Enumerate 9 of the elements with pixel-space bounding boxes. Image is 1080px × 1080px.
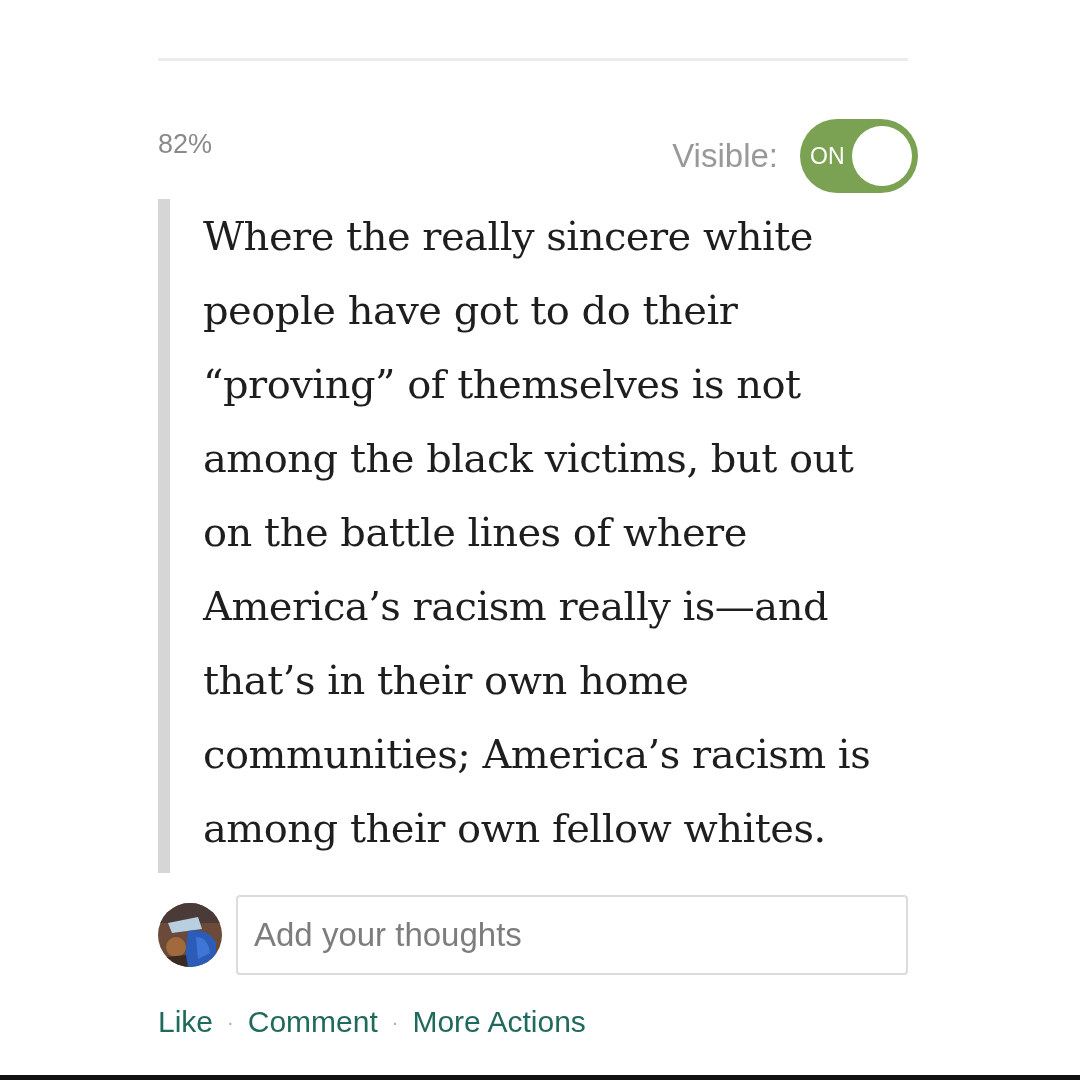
comment-input[interactable]: Add your thoughts	[236, 895, 908, 975]
action-link[interactable]: Comment	[247, 1005, 378, 1039]
separator-dot: ·	[391, 1010, 399, 1034]
visible-label: Visible:	[672, 137, 778, 175]
action-link[interactable]: More Actions	[412, 1005, 586, 1039]
separator-dot: ·	[227, 1010, 234, 1034]
progress-percent: 82%	[158, 129, 213, 160]
action-link[interactable]: Like	[158, 1005, 214, 1039]
highlighted-quote: Where the really sincere white people have got to do their “proving” of themselves is not among the black victims, but out on the battle lines of where America’s racism really is—and that’s in their own home communities; America’s racism is among their own fellow whites.	[203, 212, 872, 853]
